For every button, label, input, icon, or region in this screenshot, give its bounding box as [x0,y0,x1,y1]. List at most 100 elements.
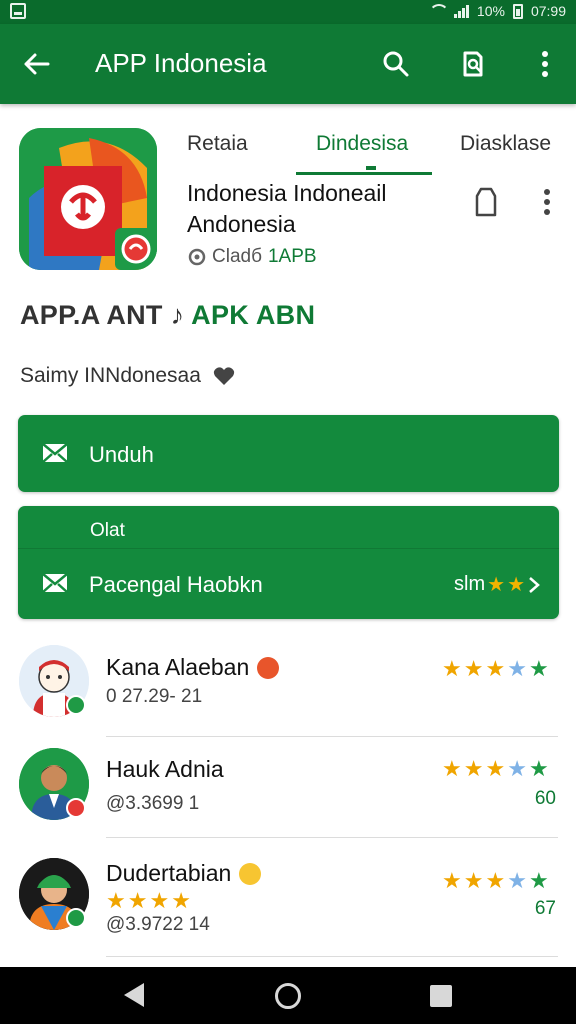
developer-icon [188,248,206,266]
review-count: 67 [534,898,556,919]
star-icon: ★ [485,868,506,893]
developer-tag: 1APB [267,246,317,267]
bookmark-button[interactable] [455,46,491,82]
star-icon: ★ [528,656,549,681]
battery-icon [512,3,523,19]
review-author: Dudertabian [106,860,262,887]
arrow-left-icon [24,53,50,75]
app-bar: APP Indonesia [0,24,576,104]
review-author: Hauk Adnia [106,756,224,783]
page-title: APP Indonesia [95,48,267,78]
heading-main: APP.A ANT [20,300,163,330]
nav-back-icon[interactable] [124,983,144,1007]
heading-highlight: APK ABN [191,300,316,330]
search-icon [383,51,409,77]
tab-diasklase[interactable]: Diasklase [460,132,551,156]
review-count: 60 [534,788,556,809]
info-card: Olat Pacengal Haobkn slm ★ ★ [18,506,559,619]
more-vert-icon [544,189,550,215]
verified-badge-icon [66,908,86,928]
review-rating: ★ ★ ★ ★ ★ [442,658,549,680]
star-half-icon: ★ [507,756,527,781]
star-icon: ★ [485,756,506,781]
review-author-name: Kana Alaeban [106,654,250,680]
review-meta: @3.9722 14 [106,914,210,935]
star-icon: ★ [442,868,462,893]
card-header: Olat [90,520,125,541]
star-icon: ★ [463,756,484,781]
review-meta: @3.3699 1 [106,793,200,814]
more-vert-icon [542,51,548,77]
subheading: Saimy INNdonesaa [20,364,235,388]
download-button[interactable]: Unduh [18,415,559,492]
star-icon: ★ [149,888,170,913]
signal-icon [453,4,469,18]
chevron-right-icon [529,576,540,593]
search-button[interactable] [378,46,414,82]
review-meta: 0 27.29- 21 [106,686,203,707]
card-row-label[interactable]: Pacengal Haobkn [89,572,263,598]
nav-recents-icon[interactable] [430,985,452,1007]
star-icon: ★ [528,756,549,781]
review-author: Kana Alaeban [106,654,280,681]
star-icon: ★ [463,868,484,893]
bookmark-outline-icon [475,187,497,217]
save-app-button[interactable] [471,186,501,218]
divider [106,736,558,737]
download-label: Unduh [89,442,154,467]
star-icon: ★ [127,888,148,913]
review-author-name: Hauk Adnia [106,756,224,782]
tab-indicator-mark [366,166,376,170]
nav-home-icon[interactable] [275,983,301,1009]
verified-badge-icon [66,695,86,715]
star-half-icon: ★ [507,656,527,681]
heading-mark: ♪ [170,300,185,330]
back-button[interactable] [18,46,54,82]
star-icon: ★ [507,574,525,596]
app-developer[interactable]: Cladб 1APB [188,246,317,268]
wifi-icon [428,4,449,18]
tab-indicator [296,172,432,175]
card-divider [18,548,559,549]
app-icon [19,128,157,270]
bookmark-icon [463,51,483,77]
review-user-rating: ★ ★ ★ ★ [106,890,191,912]
star-icon: ★ [487,574,506,596]
review-item[interactable]: Hauk Adnia @3.3699 1 ★ ★ ★ ★ ★ 60 [0,740,576,840]
subheading-text: Saimy INNdonesaa [20,364,201,387]
card-row-value: slm [454,573,486,595]
battery-percent: 10% [476,3,505,19]
review-author-name: Dudertabian [106,860,232,886]
system-nav-bar [0,967,576,1024]
app-more-button[interactable] [534,186,560,218]
section-heading: APP.A ANT ♪ APK ABN [20,300,315,331]
status-right: 10% 07:99 [428,3,566,19]
review-rating: ★ ★ ★ ★ ★ [442,758,549,780]
mail-icon [42,443,68,463]
review-item[interactable]: Dudertabian ★ ★ ★ ★ @3.9722 14 ★ ★ ★ ★ ★ 67 [0,848,576,957]
smile-emoji-icon [239,862,262,885]
star-icon: ★ [442,756,462,781]
star-icon: ★ [485,656,506,681]
tab-dindesisa[interactable]: Dindesisa [316,132,408,156]
review-item[interactable]: Kana Alaeban 0 27.29- 21 ★ ★ ★ ★ ★ [0,640,576,740]
mail-icon [42,573,68,593]
tab-retaia[interactable]: Retaia [187,132,248,156]
divider [106,837,558,838]
star-icon: ★ [171,888,191,913]
app-logo-icon [19,128,157,270]
badge-emoji-icon [257,656,280,679]
notification-icon [10,3,26,19]
heart-icon[interactable] [213,366,235,386]
developer-name: Cladб [212,246,262,267]
verified-badge-icon [66,798,86,818]
overflow-menu-button[interactable] [527,46,563,82]
star-icon: ★ [528,868,549,893]
tab-bar: Retaia Dindesisa Diasklase [170,120,576,176]
status-bar: 10% 07:99 [0,0,576,24]
review-rating: ★ ★ ★ ★ ★ [442,870,549,892]
star-icon: ★ [442,656,462,681]
star-icon: ★ [106,888,126,913]
card-row-action[interactable]: slm ★ ★ [454,572,541,597]
app-name: Indonesia Indoneail Andonesia [187,180,387,237]
